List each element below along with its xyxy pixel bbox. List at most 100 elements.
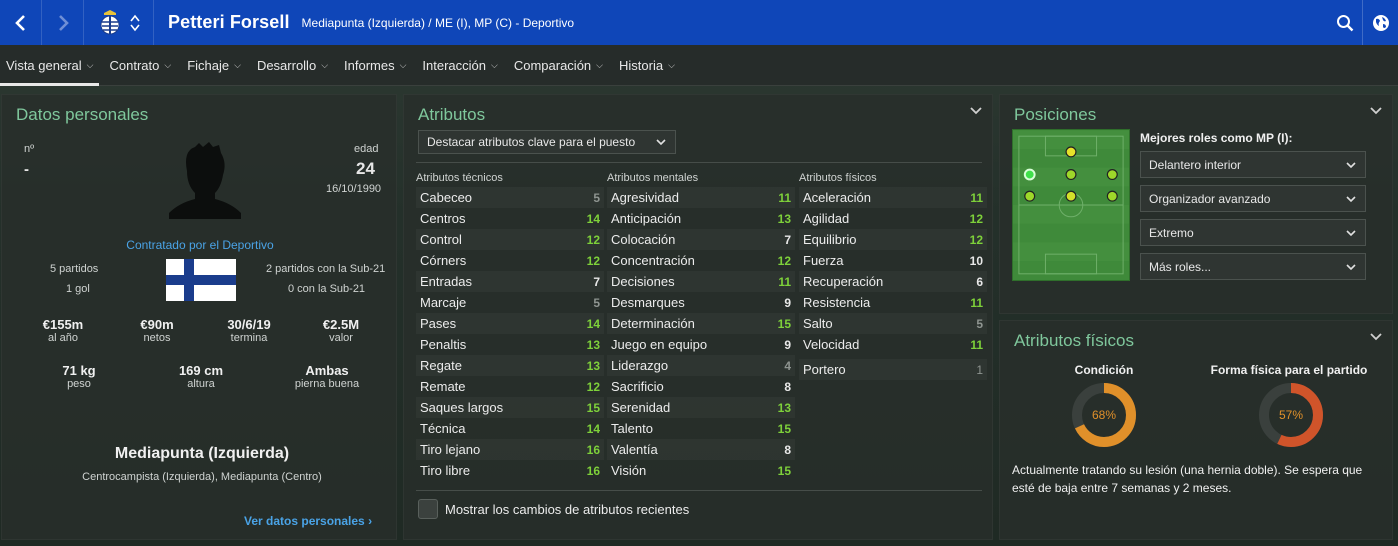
role-label: Más roles...	[1149, 259, 1212, 274]
attribute-value: 14	[586, 421, 600, 436]
condition-percent: 68%	[1091, 408, 1117, 422]
attribute-name: Serenidad	[611, 400, 671, 415]
more-roles-select[interactable]: Más roles...	[1140, 253, 1366, 280]
finland-flag	[166, 259, 236, 301]
attribute-row: Sacrificio 8	[607, 376, 795, 397]
attribute-name: Tiro libre	[420, 463, 471, 478]
physical-header: Atributos físicos	[799, 172, 877, 184]
player-name: Petteri Forsell	[168, 12, 290, 32]
attribute-row: Tiro libre 16	[416, 460, 604, 481]
menu-comparacion[interactable]: Comparación ⌵	[508, 45, 609, 86]
attribute-name: Visión	[611, 463, 647, 478]
chevron-right-icon	[58, 14, 69, 31]
u21-matches: 2 partidos con la Sub-21	[266, 263, 386, 275]
attribute-row: Decisiones 11	[607, 271, 795, 292]
technical-header: Atributos técnicos	[416, 172, 503, 184]
attribute-row: Visión 15	[607, 460, 795, 481]
attribute-row: Fuerza 10	[799, 250, 987, 271]
menu-label: Fichaje	[187, 57, 230, 73]
attribute-row: Agresividad 11	[607, 187, 795, 208]
chevron-down-icon[interactable]	[970, 105, 982, 117]
attribute-value: 13	[777, 211, 791, 226]
attribute-value: 12	[969, 211, 983, 226]
attribute-value: 6	[976, 274, 983, 289]
attribute-value: 5	[593, 295, 600, 310]
panel-title: Atributos	[418, 105, 486, 124]
attribute-value: 5	[976, 316, 983, 331]
position-mc-dot	[1065, 190, 1077, 202]
position-mr-dot	[1106, 190, 1118, 202]
menu-label: Informes	[344, 57, 395, 73]
stat-value: €155m	[42, 317, 84, 332]
attribute-row: Tiro lejano 16	[416, 439, 604, 460]
attribute-value: 15	[777, 316, 791, 331]
role-select-3[interactable]: Extremo	[1140, 219, 1366, 246]
position-aml-dot	[1023, 168, 1036, 181]
chevron-down-icon[interactable]	[1370, 105, 1382, 117]
chevron-down-icon[interactable]	[130, 24, 140, 32]
top-bar: Petteri Forsell Mediapunta (Izquierda) /…	[0, 0, 1398, 45]
menu-historia[interactable]: Historia ⌵	[613, 45, 681, 86]
position-st-dot	[1065, 146, 1077, 158]
attribute-name: Control	[420, 232, 462, 247]
search-button[interactable]	[1328, 0, 1362, 45]
menu-fichaje[interactable]: Fichaje ⌵	[181, 45, 247, 86]
attribute-value: 10	[969, 253, 983, 268]
attribute-row: Técnica 14	[416, 418, 604, 439]
physical-attributes-list: Aceleración 11 Agilidad 12 Equilibrio 12 Fuerz…	[799, 187, 987, 355]
position-amc-dot	[1065, 169, 1077, 181]
menu-vista-general[interactable]: Vista general ⌵	[0, 45, 100, 86]
attribute-row: Entradas 7	[416, 271, 604, 292]
birthdate: 16/10/1990	[326, 183, 382, 195]
menu-informes[interactable]: Informes ⌵	[338, 45, 412, 86]
attribute-name: Cabeceo	[420, 190, 473, 205]
chevron-down-icon: ⌵	[86, 59, 94, 70]
menu-contrato[interactable]: Contrato ⌵	[103, 45, 177, 86]
panel-title: Atributos físicos	[1014, 331, 1134, 350]
menu-label: Interacción	[422, 57, 487, 73]
value-stat: €2.5M valor	[310, 317, 372, 344]
match-fitness-label: Forma física para el partido	[1210, 363, 1368, 377]
attribute-name: Regate	[420, 358, 462, 373]
attribute-row: Desmarques 9	[607, 292, 795, 313]
world-button[interactable]	[1362, 0, 1398, 45]
attribute-name: Agilidad	[803, 211, 850, 226]
menu-desarrollo[interactable]: Desarrollo ⌵	[251, 45, 334, 86]
attribute-value: 8	[784, 379, 791, 394]
best-roles-heading: Mejores roles como MP (I):	[1140, 131, 1293, 145]
view-personal-data-link[interactable]: Ver datos personales ›	[244, 514, 372, 528]
chevron-down-icon	[1346, 263, 1356, 270]
attribute-row: Pases 14	[416, 313, 604, 334]
attribute-name: Tiro lejano	[420, 442, 481, 457]
contracted-by-link[interactable]: Contratado por el Deportivo	[2, 238, 398, 252]
club-crest-selector[interactable]	[84, 0, 154, 45]
stat-value: €90m	[140, 317, 174, 332]
highlight-attributes-select[interactable]: Destacar atributos clave para el puesto	[418, 130, 676, 154]
role-select-1[interactable]: Delantero interior	[1140, 151, 1366, 178]
goals-count: 1 gol	[66, 283, 90, 295]
attribute-value: 14	[586, 211, 600, 226]
attribute-row: Serenidad 13	[607, 397, 795, 418]
attribute-row: Cabeceo 5	[416, 187, 604, 208]
attribute-name: Salto	[803, 316, 833, 331]
attribute-name: Equilibrio	[803, 232, 857, 247]
attribute-name: Remate	[420, 379, 466, 394]
attribute-name: Resistencia	[803, 295, 871, 310]
menu-interaccion[interactable]: Interacción ⌵	[416, 45, 503, 86]
attribute-value: 7	[593, 274, 600, 289]
chevron-up-icon[interactable]	[130, 14, 140, 22]
attribute-value: 16	[586, 463, 600, 478]
mental-attributes-list: Agresividad 11 Anticipación 13 Colocación 7 Co…	[607, 187, 795, 481]
back-button[interactable]	[0, 0, 42, 45]
attribute-row: Salto 5	[799, 313, 987, 334]
forward-button[interactable]	[42, 0, 84, 45]
club-crest-icon	[100, 9, 120, 34]
attribute-value: 15	[586, 400, 600, 415]
positions-panel: Posiciones Mejores roles como MP (I): De…	[999, 94, 1393, 314]
role-select-2[interactable]: Organizador avanzado	[1140, 185, 1366, 212]
chevron-down-icon[interactable]	[1370, 331, 1382, 343]
menu-label: Desarrollo	[256, 57, 317, 73]
attribute-value: 11	[970, 190, 983, 205]
recent-changes-checkbox[interactable]	[418, 499, 438, 519]
stat-label: altura	[187, 378, 215, 390]
